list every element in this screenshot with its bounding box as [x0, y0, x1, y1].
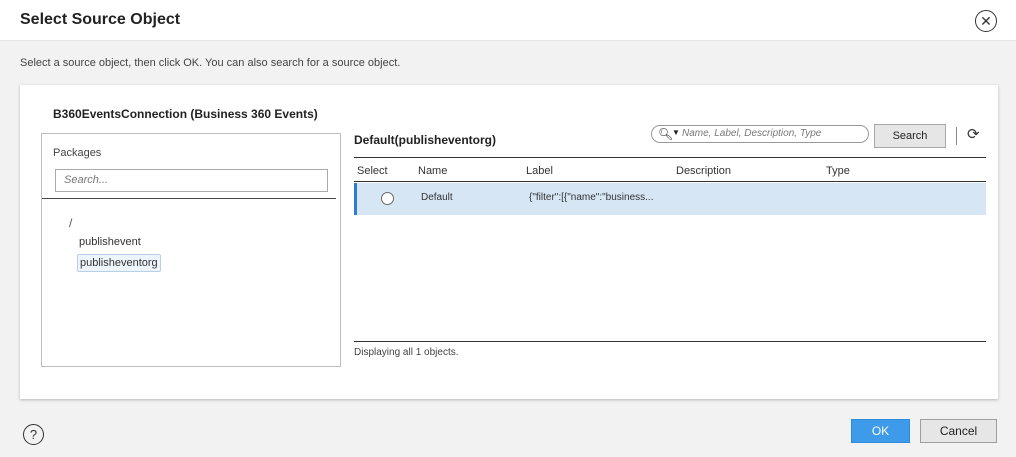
tree-item-publishevent[interactable]: publishevent [77, 234, 143, 250]
row-label: {"filter":[{"name":"business... [529, 192, 654, 203]
close-icon[interactable]: ✕ [975, 10, 997, 32]
dialog-instructions: Select a source object, then click OK. Y… [20, 57, 401, 69]
content-panel: B360EventsConnection (Business 360 Event… [20, 85, 998, 399]
objects-status: Displaying all 1 objects. [354, 347, 459, 358]
tree-root[interactable]: / [69, 216, 72, 230]
column-header-select: Select [357, 165, 388, 177]
help-icon[interactable]: ? [23, 424, 44, 445]
objects-table-title: Default(publisheventorg) [354, 133, 497, 147]
chevron-down-icon[interactable]: ▼ [672, 128, 680, 137]
column-header-label[interactable]: Label [526, 165, 553, 177]
table-top-border [354, 157, 986, 158]
dialog-title-bar: Select Source Object ✕ [0, 0, 1016, 41]
row-name: Default [421, 192, 453, 203]
ok-button[interactable]: OK [851, 419, 910, 443]
column-header-type[interactable]: Type [826, 165, 850, 177]
search-icon[interactable]: 🔍︎ [658, 127, 673, 141]
column-header-description[interactable]: Description [676, 165, 731, 177]
packages-search-input[interactable]: Search... [55, 169, 328, 192]
packages-label: Packages [53, 147, 102, 159]
table-bottom-border [354, 341, 986, 342]
objects-search-input[interactable]: 🔍︎ ▼ Name, Label, Description, Type [651, 125, 869, 143]
table-header-border [354, 181, 986, 182]
row-select-radio[interactable] [381, 192, 394, 205]
cancel-button[interactable]: Cancel [920, 419, 997, 443]
toolbar-separator [956, 127, 957, 145]
column-header-name[interactable]: Name [418, 165, 447, 177]
search-button[interactable]: Search [874, 124, 946, 148]
connection-title: B360EventsConnection (Business 360 Event… [53, 107, 318, 121]
objects-search-placeholder: Name, Label, Description, Type [682, 128, 822, 139]
refresh-icon[interactable]: ⟳ [967, 125, 980, 143]
packages-divider [42, 198, 336, 199]
tree-item-publisheventorg[interactable]: publisheventorg [77, 254, 161, 272]
select-source-object-dialog: Select Source Object ✕ Select a source o… [0, 0, 1016, 457]
table-row[interactable]: Default {"filter":[{"name":"business... [354, 183, 986, 215]
dialog-title: Select Source Object [20, 11, 181, 28]
packages-panel: Packages Search... / publishevent publis… [41, 133, 341, 367]
